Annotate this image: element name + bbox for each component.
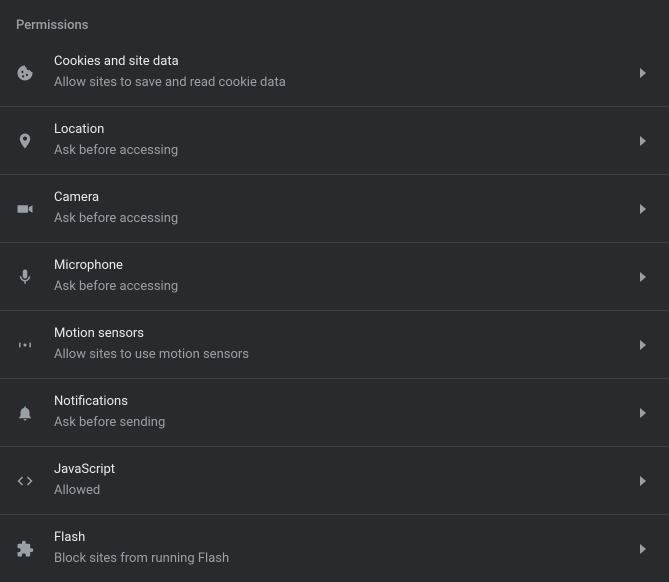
permission-row-notifications[interactable]: Notifications Ask before sending — [0, 379, 669, 447]
permission-row-flash[interactable]: Flash Block sites from running Flash — [0, 515, 669, 582]
motion-sensors-icon — [16, 336, 54, 354]
permission-row-microphone[interactable]: Microphone Ask before accessing — [0, 243, 669, 311]
permission-subtitle: Ask before accessing — [54, 210, 633, 228]
chevron-right-icon — [633, 476, 653, 486]
permission-title: Flash — [54, 529, 633, 547]
section-title: Permissions — [0, 0, 669, 39]
chevron-right-icon — [633, 68, 653, 78]
permission-subtitle: Block sites from running Flash — [54, 550, 633, 568]
permission-row-location[interactable]: Location Ask before accessing — [0, 107, 669, 175]
chevron-right-icon — [633, 272, 653, 282]
permission-title: JavaScript — [54, 461, 633, 479]
puzzle-icon — [16, 540, 54, 558]
permission-row-javascript[interactable]: JavaScript Allowed — [0, 447, 669, 515]
permission-subtitle: Ask before accessing — [54, 278, 633, 296]
code-icon — [16, 472, 54, 490]
bell-icon — [16, 404, 54, 422]
permission-title: Notifications — [54, 393, 633, 411]
permission-row-motion-sensors[interactable]: Motion sensors Allow sites to use motion… — [0, 311, 669, 379]
permission-row-cookies[interactable]: Cookies and site data Allow sites to sav… — [0, 39, 669, 107]
chevron-right-icon — [633, 136, 653, 146]
permission-subtitle: Allow sites to save and read cookie data — [54, 74, 633, 92]
chevron-right-icon — [633, 408, 653, 418]
permission-subtitle: Ask before sending — [54, 414, 633, 432]
chevron-right-icon — [633, 204, 653, 214]
permission-title: Motion sensors — [54, 325, 633, 343]
permission-title: Location — [54, 121, 633, 139]
chevron-right-icon — [633, 544, 653, 554]
permission-row-camera[interactable]: Camera Ask before accessing — [0, 175, 669, 243]
location-icon — [16, 132, 54, 150]
permission-subtitle: Allow sites to use motion sensors — [54, 346, 633, 364]
permission-title: Microphone — [54, 257, 633, 275]
cookie-icon — [16, 64, 54, 82]
microphone-icon — [16, 268, 54, 286]
permission-subtitle: Allowed — [54, 482, 633, 500]
camera-icon — [16, 200, 54, 218]
permission-title: Cookies and site data — [54, 53, 633, 71]
permission-title: Camera — [54, 189, 633, 207]
permission-subtitle: Ask before accessing — [54, 142, 633, 160]
chevron-right-icon — [633, 340, 653, 350]
